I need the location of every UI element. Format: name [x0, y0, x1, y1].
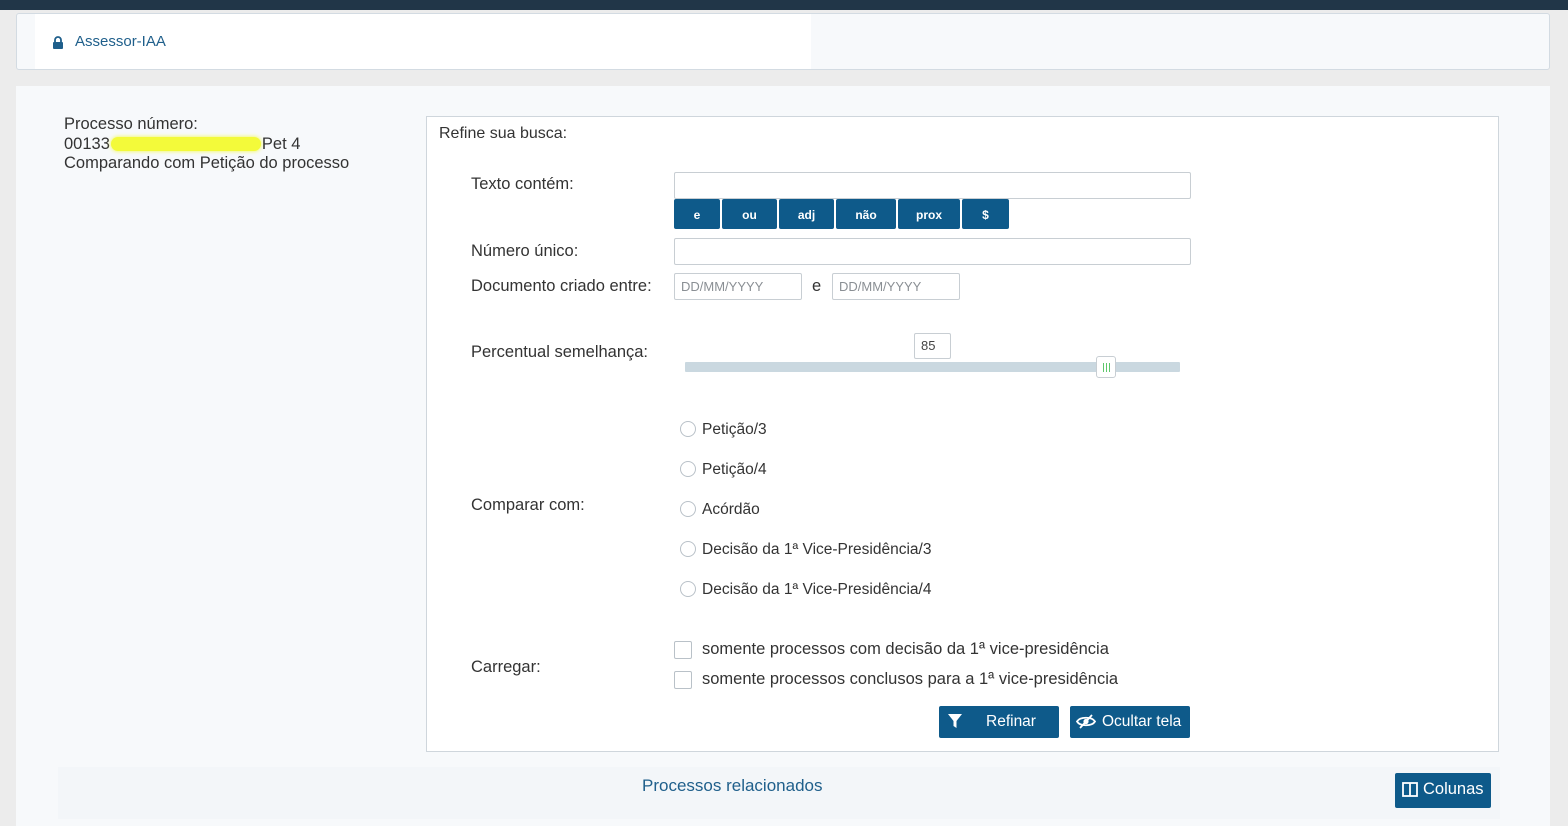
- text-contains-input[interactable]: [674, 172, 1191, 199]
- operator-dollar-button[interactable]: $: [962, 199, 1009, 229]
- columns-icon: [1402, 782, 1418, 797]
- radio-label: Decisão da 1ª Vice-Presidência/4: [702, 581, 932, 598]
- date-from-input[interactable]: [674, 273, 802, 300]
- radio-label: Petição/3: [702, 421, 767, 438]
- process-info: Processo número: 00133 Pet 4 Comparando c…: [64, 115, 349, 174]
- related-processes-title: Processos relacionados: [642, 776, 823, 795]
- process-number: 00133 Pet 4: [64, 135, 349, 155]
- radio-button[interactable]: [680, 541, 696, 557]
- process-number-prefix: 00133: [64, 134, 110, 153]
- radio-label: Petição/4: [702, 461, 767, 478]
- columns-button-label: Colunas: [1423, 780, 1484, 798]
- checkbox[interactable]: [674, 641, 692, 659]
- radio-button[interactable]: [680, 501, 696, 517]
- operator-adj-button[interactable]: adj: [779, 199, 834, 229]
- unique-number-label: Número único:: [471, 242, 579, 260]
- operator-prox-button[interactable]: prox: [898, 199, 960, 229]
- date-separator: e: [812, 277, 822, 295]
- radio-button[interactable]: [680, 461, 696, 477]
- comparing-text: Comparando com Petição do processo: [64, 154, 350, 172]
- radio-button[interactable]: [680, 581, 696, 597]
- refine-title: Refine sua busca:: [439, 125, 568, 142]
- operator-ou-button[interactable]: ou: [722, 199, 777, 229]
- compare-label: Comparar com:: [471, 496, 585, 514]
- refine-button[interactable]: Refinar: [939, 706, 1059, 738]
- lock-icon: [53, 36, 63, 49]
- hide-screen-button[interactable]: Ocultar tela: [1070, 706, 1190, 738]
- grip-line: [1105, 363, 1108, 372]
- checkbox-label: somente processos com decisão da 1ª vice…: [702, 640, 1109, 658]
- date-to-input[interactable]: [832, 273, 960, 300]
- radio-label: Acórdão: [702, 501, 760, 518]
- process-number-label: Processo número:: [64, 115, 198, 133]
- checkbox[interactable]: [674, 671, 692, 689]
- similarity-label: Percentual semelhança:: [471, 343, 649, 361]
- checkbox-label: somente processos conclusos para a 1ª vi…: [702, 670, 1119, 688]
- similarity-value-tooltip: 85: [914, 333, 951, 359]
- top-navbar: [0, 0, 1568, 10]
- grip-line: [1108, 363, 1111, 372]
- filter-icon: [948, 714, 962, 728]
- load-label: Carregar:: [471, 658, 541, 676]
- operator-nao-button[interactable]: não: [836, 199, 896, 229]
- redaction-highlight: [110, 136, 261, 151]
- operator-e-button[interactable]: e: [674, 199, 720, 229]
- text-contains-label: Texto contém:: [471, 175, 574, 193]
- radio-button[interactable]: [680, 421, 696, 437]
- unique-number-input[interactable]: [674, 238, 1191, 265]
- similarity-slider-handle[interactable]: [1095, 356, 1116, 378]
- date-range-label: Documento criado entre:: [471, 277, 652, 295]
- columns-button[interactable]: Colunas: [1395, 773, 1491, 808]
- radio-label: Decisão da 1ª Vice-Presidência/3: [702, 541, 932, 558]
- breadcrumb-bar: Assessor-IAA: [16, 13, 1550, 70]
- breadcrumb-link[interactable]: Assessor-IAA: [75, 33, 166, 50]
- eye-slash-icon: [1076, 714, 1096, 729]
- grip-line: [1102, 363, 1105, 372]
- refine-button-label: Refinar: [986, 713, 1036, 730]
- process-number-suffix: Pet 4: [261, 134, 301, 153]
- hide-screen-button-label: Ocultar tela: [1102, 713, 1182, 730]
